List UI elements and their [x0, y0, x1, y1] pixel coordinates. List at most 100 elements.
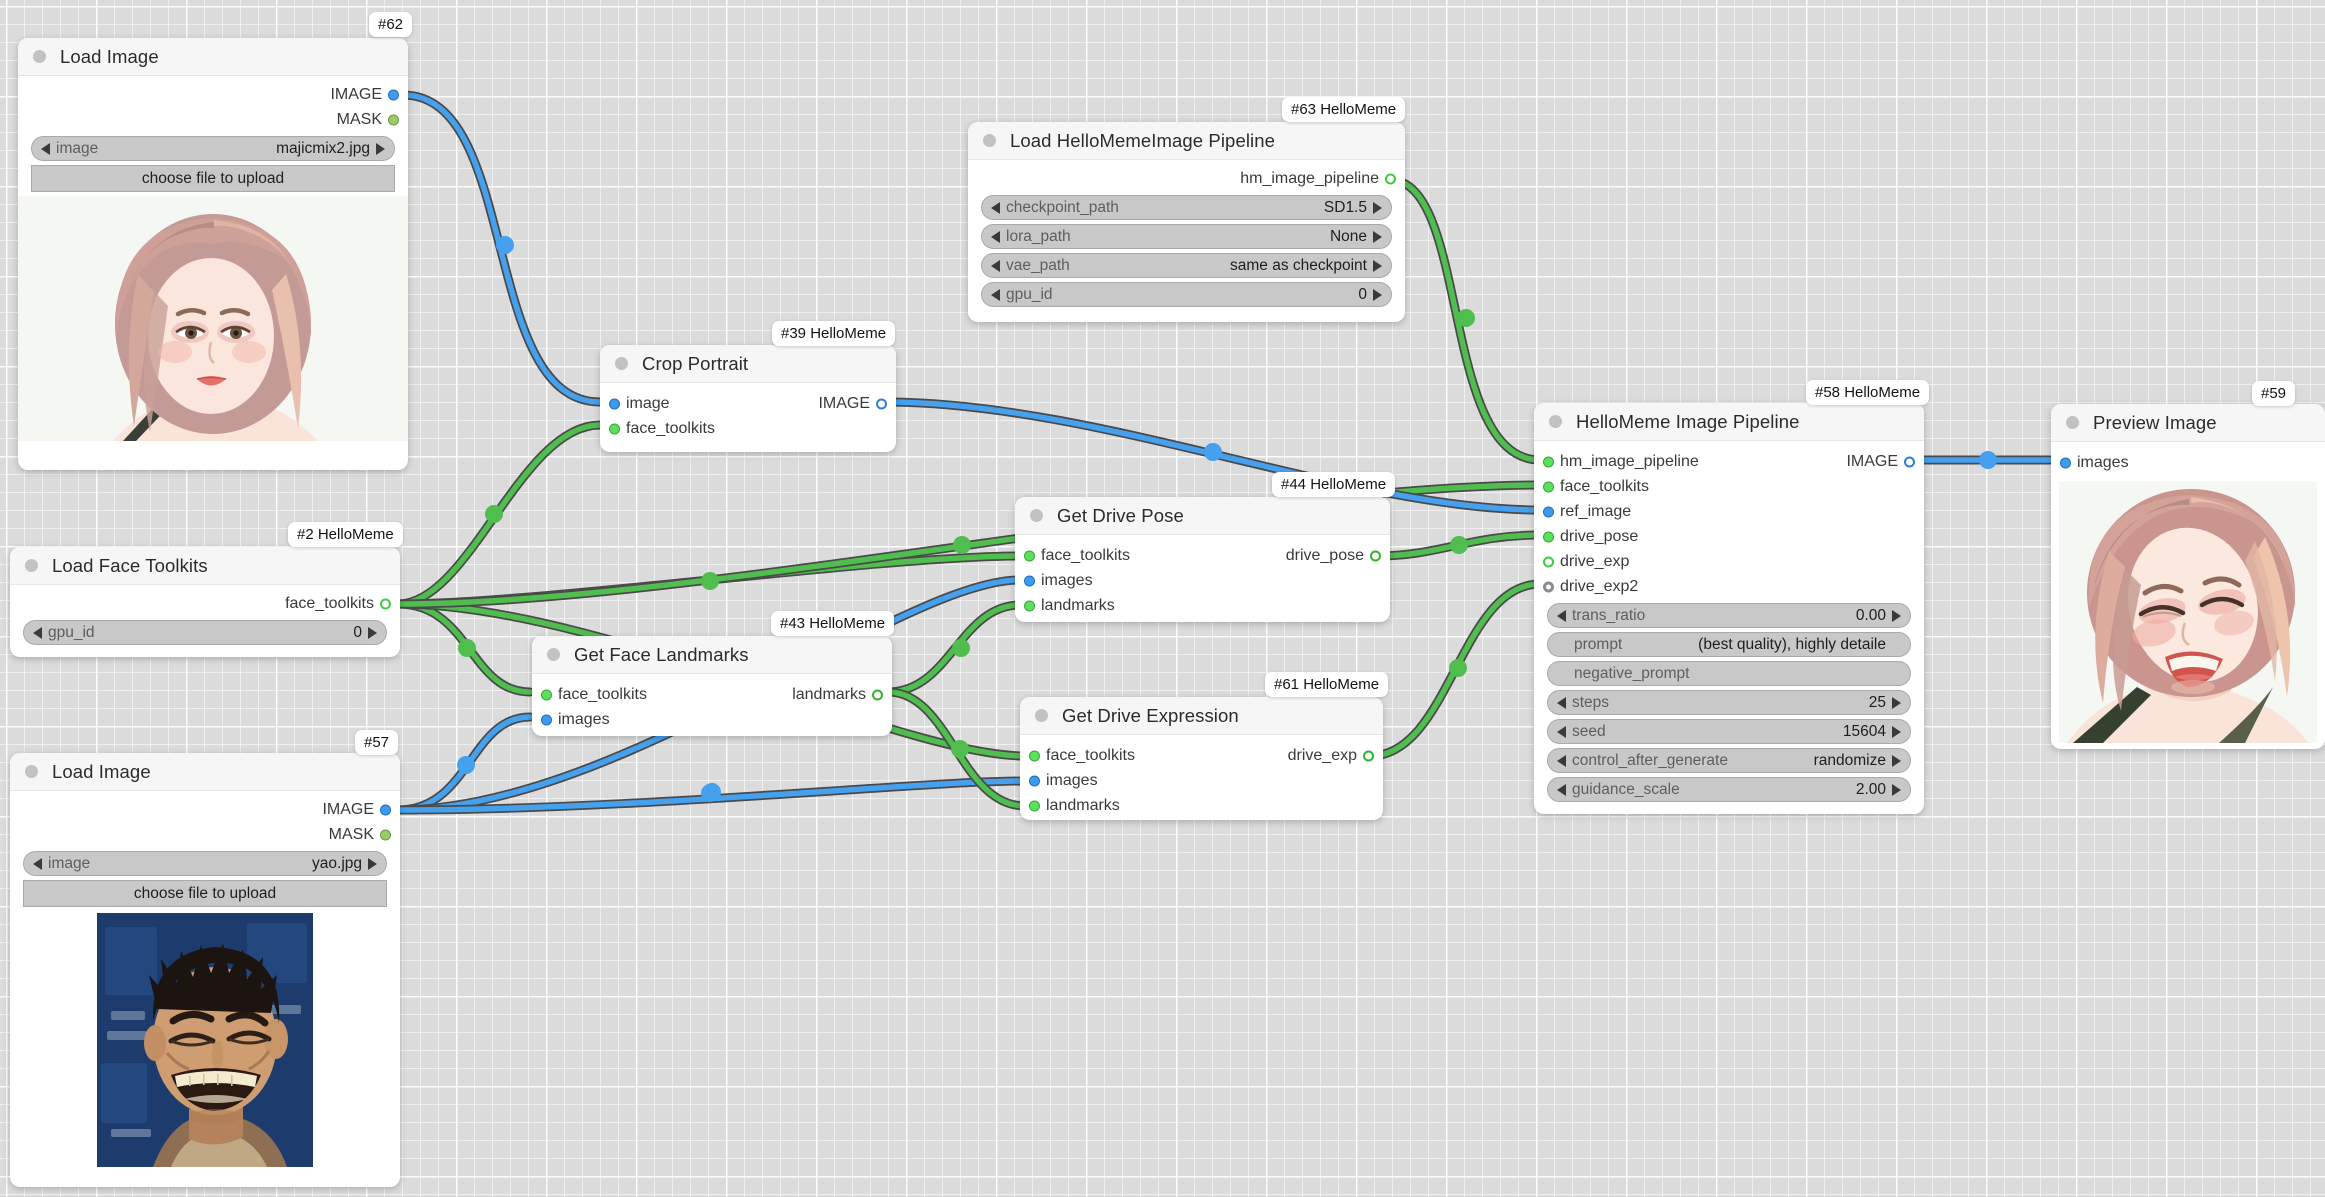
chevron-right-icon[interactable]: [1892, 783, 1901, 796]
widget-gpu-id[interactable]: gpu_id 0: [981, 282, 1392, 307]
port-face-toolkits-icon[interactable]: [1029, 750, 1040, 761]
node-title-bar[interactable]: Load Image: [10, 753, 400, 791]
node-title-bar[interactable]: Get Face Landmarks: [532, 636, 892, 674]
node-get-drive-pose-44[interactable]: Get Drive Pose face_toolkits drive_pose …: [1015, 497, 1390, 622]
image-preview-yao[interactable]: [10, 913, 400, 1167]
port-mask-icon[interactable]: [388, 114, 399, 125]
chevron-left-icon[interactable]: [33, 857, 42, 870]
chevron-left-icon[interactable]: [33, 626, 42, 639]
port-image-input-icon[interactable]: [609, 398, 620, 409]
choose-file-to-upload-button[interactable]: choose file to upload: [31, 165, 395, 192]
collapse-dot-icon[interactable]: [615, 357, 628, 370]
node-crop-portrait-39[interactable]: Crop Portrait image IMAGE face_toolkits: [600, 345, 896, 452]
input-slot-images[interactable]: images: [532, 707, 892, 732]
chevron-right-icon[interactable]: [1892, 725, 1901, 738]
output-slot-mask[interactable]: MASK: [10, 822, 400, 847]
chevron-right-icon[interactable]: [1892, 609, 1901, 622]
node-title-bar[interactable]: Get Drive Expression: [1020, 697, 1383, 735]
port-face-toolkits-icon[interactable]: [609, 423, 620, 434]
input-slot-landmarks[interactable]: landmarks: [1015, 593, 1390, 618]
node-title-bar[interactable]: Get Drive Pose: [1015, 497, 1390, 535]
port-image-icon[interactable]: [388, 89, 399, 100]
widget-vae-path[interactable]: vae_path same as checkpoint: [981, 253, 1392, 278]
chevron-right-icon[interactable]: [1892, 754, 1901, 767]
port-face-toolkits-icon[interactable]: [1543, 481, 1554, 492]
input-slot-drive-exp2[interactable]: drive_exp2: [1534, 574, 1924, 599]
chevron-right-icon[interactable]: [368, 626, 377, 639]
node-title-bar[interactable]: Preview Image: [2051, 404, 2325, 442]
collapse-dot-icon[interactable]: [1030, 509, 1043, 522]
widget-trans-ratio[interactable]: trans_ratio 0.00: [1547, 603, 1911, 628]
chevron-right-icon[interactable]: [1373, 230, 1382, 243]
collapse-dot-icon[interactable]: [1035, 709, 1048, 722]
collapse-dot-icon[interactable]: [33, 50, 46, 63]
slot-row-face-toolkits[interactable]: face_toolkits drive_exp: [1020, 743, 1383, 768]
port-landmarks-icon[interactable]: [1029, 800, 1040, 811]
port-face-toolkits-icon[interactable]: [1024, 550, 1035, 561]
chevron-left-icon[interactable]: [1557, 609, 1566, 622]
port-mask-icon[interactable]: [380, 829, 391, 840]
input-slot-drive-pose[interactable]: drive_pose: [1534, 524, 1924, 549]
port-face-toolkits-icon[interactable]: [541, 689, 552, 700]
node-title-bar[interactable]: Crop Portrait: [600, 345, 896, 383]
chevron-left-icon[interactable]: [1557, 783, 1566, 796]
node-title-bar[interactable]: HelloMeme Image Pipeline: [1534, 403, 1924, 441]
input-slot-images[interactable]: images: [1020, 768, 1383, 793]
node-title-bar[interactable]: Load Face Toolkits: [10, 547, 400, 585]
choose-file-to-upload-button[interactable]: choose file to upload: [23, 880, 387, 907]
widget-image-combo[interactable]: image majicmix2.jpg: [31, 136, 395, 161]
chevron-right-icon[interactable]: [368, 857, 377, 870]
chevron-right-icon[interactable]: [376, 142, 385, 155]
widget-seed[interactable]: seed 15604: [1547, 719, 1911, 744]
chevron-right-icon[interactable]: [1373, 201, 1382, 214]
node-hellomeme-image-pipeline-58[interactable]: HelloMeme Image Pipeline hm_image_pipeli…: [1534, 403, 1924, 814]
chevron-left-icon[interactable]: [991, 259, 1000, 272]
widget-image-combo[interactable]: image yao.jpg: [23, 851, 387, 876]
node-preview-image-59[interactable]: Preview Image images: [2051, 404, 2325, 749]
port-drive-exp-icon[interactable]: [1363, 750, 1374, 761]
image-preview-majicmix2[interactable]: [18, 196, 408, 441]
chevron-left-icon[interactable]: [1557, 725, 1566, 738]
node-title-bar[interactable]: Load HelloMemeImage Pipeline: [968, 122, 1405, 160]
port-landmarks-icon[interactable]: [872, 689, 883, 700]
port-drive-pose-icon[interactable]: [1543, 531, 1554, 542]
node-get-face-landmarks-43[interactable]: Get Face Landmarks face_toolkits landmar…: [532, 636, 892, 736]
node-get-drive-expression-61[interactable]: Get Drive Expression face_toolkits drive…: [1020, 697, 1383, 820]
collapse-dot-icon[interactable]: [983, 134, 996, 147]
port-drive-exp2-icon[interactable]: [1543, 581, 1554, 592]
widget-guidance-scale[interactable]: guidance_scale 2.00: [1547, 777, 1911, 802]
port-ref-image-icon[interactable]: [1543, 506, 1554, 517]
port-image-icon[interactable]: [380, 804, 391, 815]
slot-row-face-toolkits[interactable]: face_toolkits drive_pose: [1015, 543, 1390, 568]
image-preview-output[interactable]: [2051, 481, 2325, 743]
chevron-left-icon[interactable]: [991, 201, 1000, 214]
widget-negative-prompt[interactable]: negative_prompt: [1547, 661, 1911, 686]
chevron-left-icon[interactable]: [1557, 696, 1566, 709]
input-slot-drive-exp[interactable]: drive_exp: [1534, 549, 1924, 574]
output-slot-image[interactable]: IMAGE: [10, 797, 400, 822]
input-slot-ref-image[interactable]: ref_image: [1534, 499, 1924, 524]
node-title-bar[interactable]: Load Image: [18, 38, 408, 76]
slot-row-hm-image-pipeline[interactable]: hm_image_pipeline IMAGE: [1534, 449, 1924, 474]
widget-lora-path[interactable]: lora_path None: [981, 224, 1392, 249]
port-face-toolkits-icon[interactable]: [380, 598, 391, 609]
collapse-dot-icon[interactable]: [547, 648, 560, 661]
collapse-dot-icon[interactable]: [2066, 416, 2079, 429]
input-slot-images[interactable]: images: [2051, 450, 2325, 475]
widget-steps[interactable]: steps 25: [1547, 690, 1911, 715]
port-hm-image-pipeline-icon[interactable]: [1385, 173, 1396, 184]
node-load-image-62[interactable]: Load Image IMAGE MASK image majicmix2.jp…: [18, 38, 408, 470]
port-image-output-icon[interactable]: [876, 398, 887, 409]
slot-row-face-toolkits[interactable]: face_toolkits landmarks: [532, 682, 892, 707]
collapse-dot-icon[interactable]: [25, 765, 38, 778]
chevron-left-icon[interactable]: [1557, 754, 1566, 767]
input-slot-landmarks[interactable]: landmarks: [1020, 793, 1383, 818]
input-slot-face-toolkits[interactable]: face_toolkits: [600, 416, 896, 441]
slot-row-image[interactable]: image IMAGE: [600, 391, 896, 416]
chevron-left-icon[interactable]: [991, 288, 1000, 301]
port-image-output-icon[interactable]: [1904, 456, 1915, 467]
port-images-icon[interactable]: [541, 714, 552, 725]
input-slot-images[interactable]: images: [1015, 568, 1390, 593]
output-slot-hm-image-pipeline[interactable]: hm_image_pipeline: [968, 166, 1405, 191]
port-images-icon[interactable]: [1029, 775, 1040, 786]
